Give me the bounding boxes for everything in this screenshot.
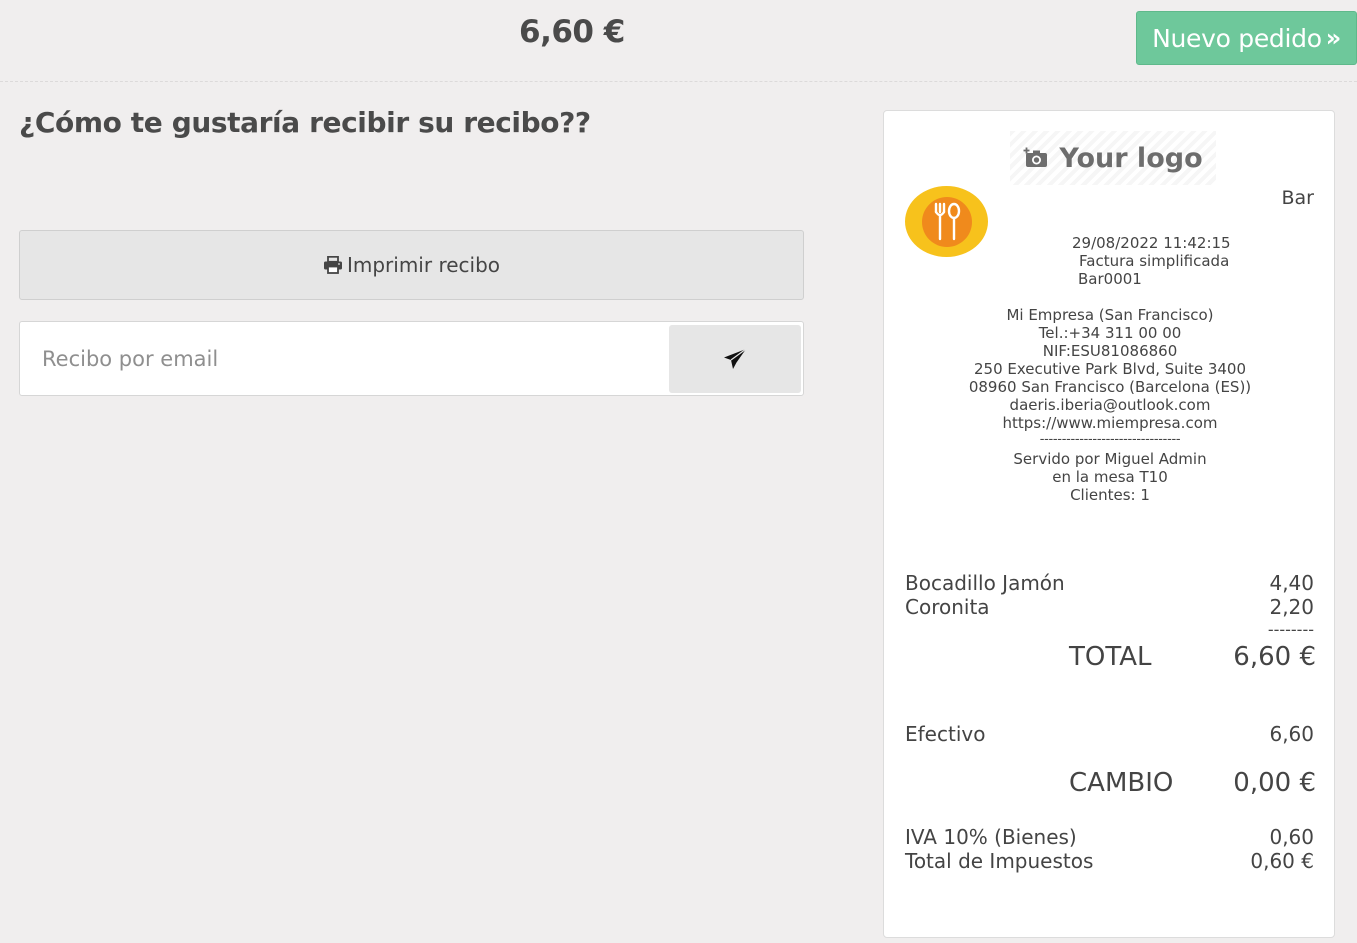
logo-placeholder[interactable]: Your logo bbox=[1010, 131, 1216, 185]
item-price: 2,20 bbox=[1269, 595, 1314, 619]
company-nif: NIF:ESU81086860 bbox=[1042, 342, 1178, 360]
payment-row: Efectivo 6,60 bbox=[905, 722, 1314, 746]
double-chevron-right-icon: » bbox=[1325, 24, 1342, 52]
receipt-doc-type: Factura simplificada bbox=[1079, 252, 1230, 270]
receipt-preview: Your logo Bar 29/08/2022 11:42:15 Factur… bbox=[883, 110, 1335, 938]
camera-add-icon bbox=[1023, 147, 1048, 167]
email-receipt-input[interactable] bbox=[21, 323, 666, 394]
tax-total-row: Total de Impuestos 0,60 € bbox=[905, 849, 1314, 873]
company-address-line1: 250 Executive Park Blvd, Suite 3400 bbox=[973, 360, 1247, 378]
receipt-line-item: Coronita 2,20 bbox=[905, 595, 1314, 619]
email-receipt-form bbox=[19, 321, 804, 396]
send-email-button[interactable] bbox=[669, 325, 801, 393]
item-name: Coronita bbox=[905, 595, 990, 619]
company-email: daeris.iberia@outlook.com bbox=[1009, 396, 1211, 414]
logo-placeholder-text: Your logo bbox=[1059, 142, 1203, 174]
receipt-line-item: Bocadillo Jamón 4,40 bbox=[905, 571, 1314, 595]
receipt-datetime: 29/08/2022 11:42:15 bbox=[1072, 234, 1231, 252]
clients-count: Clientes: 1 bbox=[1070, 486, 1150, 504]
fork-spoon-icon bbox=[934, 202, 960, 240]
print-receipt-button[interactable]: Imprimir recibo bbox=[19, 230, 804, 300]
tax-value: 0,60 bbox=[1269, 825, 1314, 849]
tax-total-label: Total de Impuestos bbox=[905, 849, 1094, 873]
top-bar: 6,60 € Nuevo pedido » bbox=[0, 0, 1357, 82]
item-price: 4,40 bbox=[1269, 571, 1314, 595]
total-separator: -------- bbox=[1267, 620, 1314, 639]
shop-logo bbox=[905, 186, 988, 257]
paper-plane-icon bbox=[724, 348, 747, 369]
company-website: https://www.miempresa.com bbox=[1002, 414, 1218, 432]
total-value: 6,60 € bbox=[1233, 642, 1316, 672]
change-row: CAMBIO 0,00 € bbox=[884, 768, 1336, 802]
receipt-question-heading: ¿Cómo te gustaría recibir su recibo?? bbox=[19, 106, 591, 139]
company-name: Mi Empresa (San Francisco) bbox=[1006, 306, 1214, 324]
new-order-label: Nuevo pedido bbox=[1152, 23, 1322, 53]
tax-row: IVA 10% (Bienes) 0,60 bbox=[905, 825, 1314, 849]
item-name: Bocadillo Jamón bbox=[905, 571, 1065, 595]
receipt-doc-number: Bar0001 bbox=[1078, 270, 1142, 288]
served-by: Servido por Miguel Admin bbox=[1013, 450, 1207, 468]
tax-label: IVA 10% (Bienes) bbox=[905, 825, 1077, 849]
payment-amount: 6,60 bbox=[1269, 722, 1314, 746]
printer-icon bbox=[323, 256, 342, 274]
print-receipt-label: Imprimir recibo bbox=[346, 253, 501, 277]
shop-name: Bar bbox=[1281, 187, 1315, 209]
tax-total-value: 0,60 € bbox=[1250, 849, 1314, 873]
change-value: 0,00 € bbox=[1233, 768, 1316, 798]
company-address-line2: 08960 San Francisco (Barcelona (ES)) bbox=[968, 378, 1252, 396]
table-number: en la mesa T10 bbox=[1052, 468, 1168, 486]
total-label: TOTAL bbox=[1069, 642, 1152, 672]
change-label: CAMBIO bbox=[1069, 768, 1174, 798]
receipt-separator: -------------------------------- bbox=[1039, 432, 1181, 447]
company-phone: Tel.:+34 311 00 00 bbox=[1038, 324, 1182, 342]
payment-method: Efectivo bbox=[905, 722, 986, 746]
order-total: 6,60 € bbox=[519, 14, 625, 50]
new-order-button[interactable]: Nuevo pedido » bbox=[1136, 11, 1357, 65]
receipt-total-row: TOTAL 6,60 € bbox=[884, 642, 1336, 676]
